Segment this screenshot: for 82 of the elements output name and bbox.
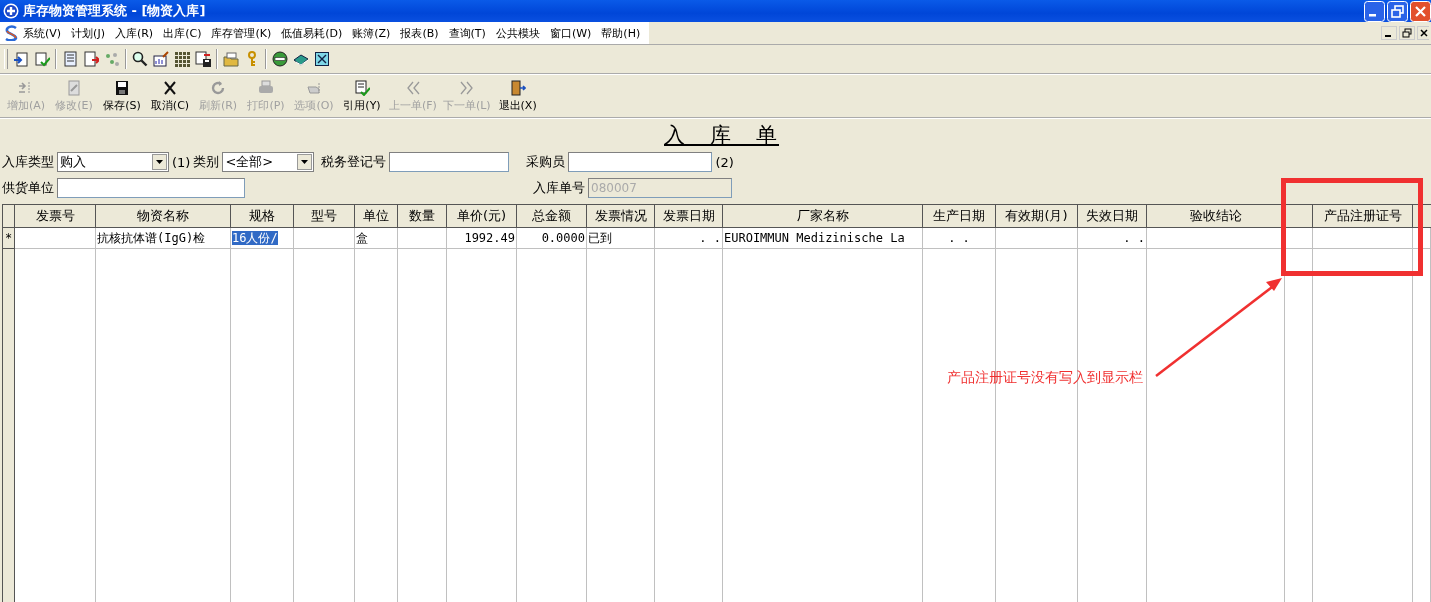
column-header[interactable]: 单价(元) <box>446 204 517 228</box>
table-cell: . . <box>699 231 721 245</box>
save-icon <box>114 79 130 96</box>
cancel-icon <box>162 79 178 96</box>
column-header[interactable]: 发票日期 <box>654 204 723 228</box>
form-title: 入 库 单 <box>664 122 779 149</box>
document-lines-icon[interactable] <box>62 51 78 67</box>
window-title: 库存物资管理系统 - [物资入库] <box>23 2 207 20</box>
grid-dots-icon[interactable] <box>174 51 190 67</box>
search-icon[interactable] <box>132 51 148 67</box>
double-right-icon <box>458 79 475 96</box>
menu-item[interactable]: 库存管理(K) <box>206 25 277 41</box>
column-header[interactable]: 有效期(月) <box>995 204 1078 228</box>
menu-item[interactable]: 计划(J) <box>66 25 110 41</box>
menu-item[interactable]: 入库(R) <box>109 25 159 41</box>
printer-icon <box>258 79 274 96</box>
document-check-icon <box>354 79 370 96</box>
input-field[interactable] <box>389 152 510 172</box>
document-disk-icon[interactable] <box>195 51 211 67</box>
edit-document-icon <box>66 79 82 96</box>
note-text: (2) <box>715 154 734 170</box>
field-label: 类别 <box>193 153 220 171</box>
menu-item[interactable]: 查询(T) <box>443 25 491 41</box>
column-header[interactable]: 数量 <box>397 204 447 228</box>
toolbar-button[interactable]: 退出(X) <box>493 79 542 113</box>
annotation-text: 产品注册证号没有写入到显示栏 <box>947 369 1143 387</box>
app-logo-icon <box>4 25 18 41</box>
close-icon[interactable] <box>1417 26 1429 40</box>
dropdown[interactable]: 购入 <box>57 152 169 172</box>
dropdown[interactable]: <全部> <box>222 152 315 172</box>
table-cell: . . <box>948 231 970 245</box>
toolbar-button[interactable]: 取消(C) <box>146 79 194 113</box>
menu-item[interactable]: 低值易耗(D) <box>276 25 348 41</box>
column-header[interactable]: 生产日期 <box>922 204 996 228</box>
table-cell: 0.0000 <box>541 231 585 245</box>
column-header[interactable]: 型号 <box>293 204 355 228</box>
table-cell: 盒 <box>356 230 368 245</box>
x-box-icon[interactable] <box>314 51 330 67</box>
column-header[interactable]: 失效日期 <box>1077 204 1147 228</box>
dropdown-arrow-icon <box>156 160 163 164</box>
column-header[interactable]: 规格 <box>230 204 294 228</box>
menu-item[interactable]: 帮助(H) <box>596 25 646 41</box>
dropdown-arrow-icon <box>301 160 309 164</box>
field-label: 采购员 <box>526 153 566 171</box>
refresh-icon <box>210 79 226 96</box>
folder-icon[interactable] <box>223 51 239 67</box>
plus-icon <box>3 3 19 19</box>
column-header[interactable]: 产品注册证号 <box>1312 204 1413 228</box>
table-cell: 抗核抗体谱(IgG)检 <box>97 230 206 245</box>
door-icon <box>509 79 526 96</box>
table-cell: . . <box>1123 231 1145 245</box>
toolbar-button[interactable]: 引用(Y) <box>338 79 386 113</box>
table-cell: 16人份/ <box>232 230 278 245</box>
input-field[interactable] <box>568 152 713 172</box>
table-cell: EUROIMMUN Medizinische La <box>724 231 905 245</box>
column-header[interactable]: 物资名称 <box>95 204 231 228</box>
table-cell: 已到 <box>588 230 612 245</box>
document-check-icon[interactable] <box>34 51 50 67</box>
field-label: 供货单位 <box>2 179 54 197</box>
menu-item[interactable]: 窗口(W) <box>544 25 597 41</box>
menu-item[interactable]: 系统(V) <box>18 25 67 41</box>
chart-pencil-icon[interactable] <box>153 51 169 67</box>
menu-item[interactable]: 报表(B) <box>395 25 444 41</box>
restore-icon[interactable] <box>1399 26 1415 40</box>
menu-item[interactable]: 出库(C) <box>158 25 207 41</box>
table-cell: 1992.49 <box>464 231 515 245</box>
toolbar-button[interactable]: 保存(S) <box>98 79 146 113</box>
field-label: 税务登记号 <box>321 153 387 171</box>
menu-item[interactable]: 账簿(Z) <box>347 25 396 41</box>
field-label: 入库单号 <box>533 179 585 197</box>
column-header[interactable]: 单位 <box>354 204 398 228</box>
column-header[interactable]: 发票情况 <box>586 204 655 228</box>
column-header[interactable]: 厂家名称 <box>722 204 923 228</box>
field-label: 入库类型 <box>2 153 54 171</box>
column-header[interactable]: 总金额 <box>516 204 587 228</box>
menu-item[interactable]: 公共模块 <box>490 25 545 41</box>
note-text: (1) <box>172 154 191 170</box>
minus-circle-icon[interactable] <box>272 51 288 67</box>
minimize-icon[interactable] <box>1381 26 1397 40</box>
input-field[interactable] <box>57 178 245 198</box>
column-header[interactable]: 发票号 <box>14 204 96 228</box>
row-indicator: * <box>2 227 15 249</box>
